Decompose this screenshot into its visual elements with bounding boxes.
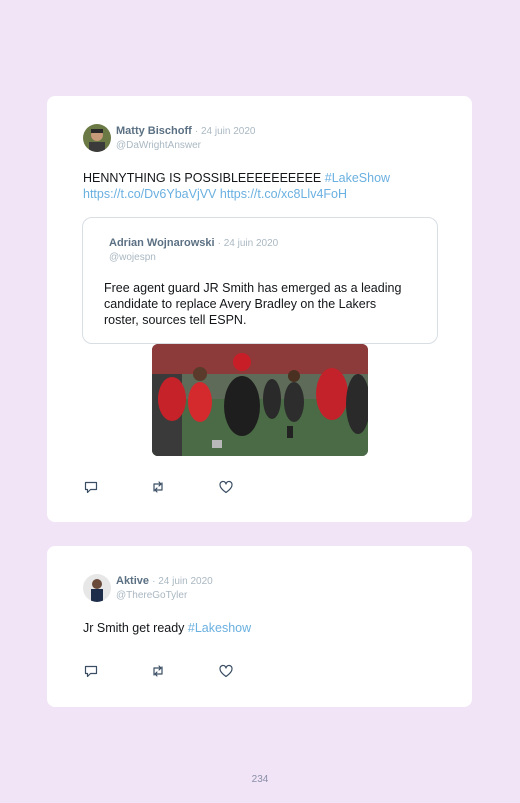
quoted-text: Free agent guard JR Smith has emerged as…	[104, 281, 402, 327]
author-handle[interactable]: @ThereGoTyler	[116, 589, 213, 602]
tweet-actions	[83, 479, 243, 495]
quoted-author-name[interactable]: Adrian Wojnarowski	[109, 237, 215, 249]
reply-icon[interactable]	[83, 479, 99, 495]
tweet-body: Jr Smith get ready	[83, 621, 188, 635]
avatar[interactable]	[83, 124, 111, 152]
author-name[interactable]: Aktive	[116, 575, 149, 587]
tweet-card: Matty Bischoff · 24 juin 2020 @DaWrightA…	[47, 96, 472, 522]
tweet-header: Aktive · 24 juin 2020 @ThereGoTyler	[116, 575, 213, 602]
hashtag-link[interactable]: #Lakeshow	[188, 621, 251, 635]
tweet-text: HENNYTHING IS POSSIBLEEEEEEEEEE #LakeSho…	[83, 170, 443, 202]
tweet-link[interactable]: https://t.co/xc8Llv4FoH	[220, 187, 347, 201]
hashtag-link[interactable]: #LakeShow	[325, 171, 390, 185]
quoted-date: · 24 juin 2020	[217, 238, 279, 249]
tweet-date[interactable]: · 24 juin 2020	[195, 126, 256, 137]
quoted-header: Adrian Wojnarowski · 24 juin 2020 @wojes…	[109, 237, 278, 264]
avatar[interactable]	[83, 574, 111, 602]
quoted-tweet[interactable]: Adrian Wojnarowski · 24 juin 2020 @wojes…	[82, 217, 438, 344]
author-name[interactable]: Matty Bischoff	[116, 125, 192, 137]
tweet-link[interactable]: https://t.co/Dv6YbaVjVV	[83, 187, 216, 201]
retweet-icon[interactable]	[150, 663, 166, 679]
quoted-handle: @wojespn	[109, 252, 156, 263]
tweet-text: Jr Smith get ready #Lakeshow	[83, 620, 443, 636]
tweet-media-image[interactable]	[152, 344, 368, 456]
tweet-header: Matty Bischoff · 24 juin 2020 @DaWrightA…	[116, 125, 255, 152]
tweet-card: Aktive · 24 juin 2020 @ThereGoTyler Jr S…	[47, 546, 472, 707]
tweet-date[interactable]: · 24 juin 2020	[152, 576, 213, 587]
reply-icon[interactable]	[83, 663, 99, 679]
tweet-actions	[83, 663, 243, 679]
author-handle[interactable]: @DaWrightAnswer	[116, 139, 255, 152]
retweet-icon[interactable]	[150, 479, 166, 495]
tweet-body: HENNYTHING IS POSSIBLEEEEEEEEEE	[83, 171, 325, 185]
like-icon[interactable]	[218, 479, 234, 495]
like-icon[interactable]	[218, 663, 234, 679]
page-number: 234	[251, 774, 269, 785]
